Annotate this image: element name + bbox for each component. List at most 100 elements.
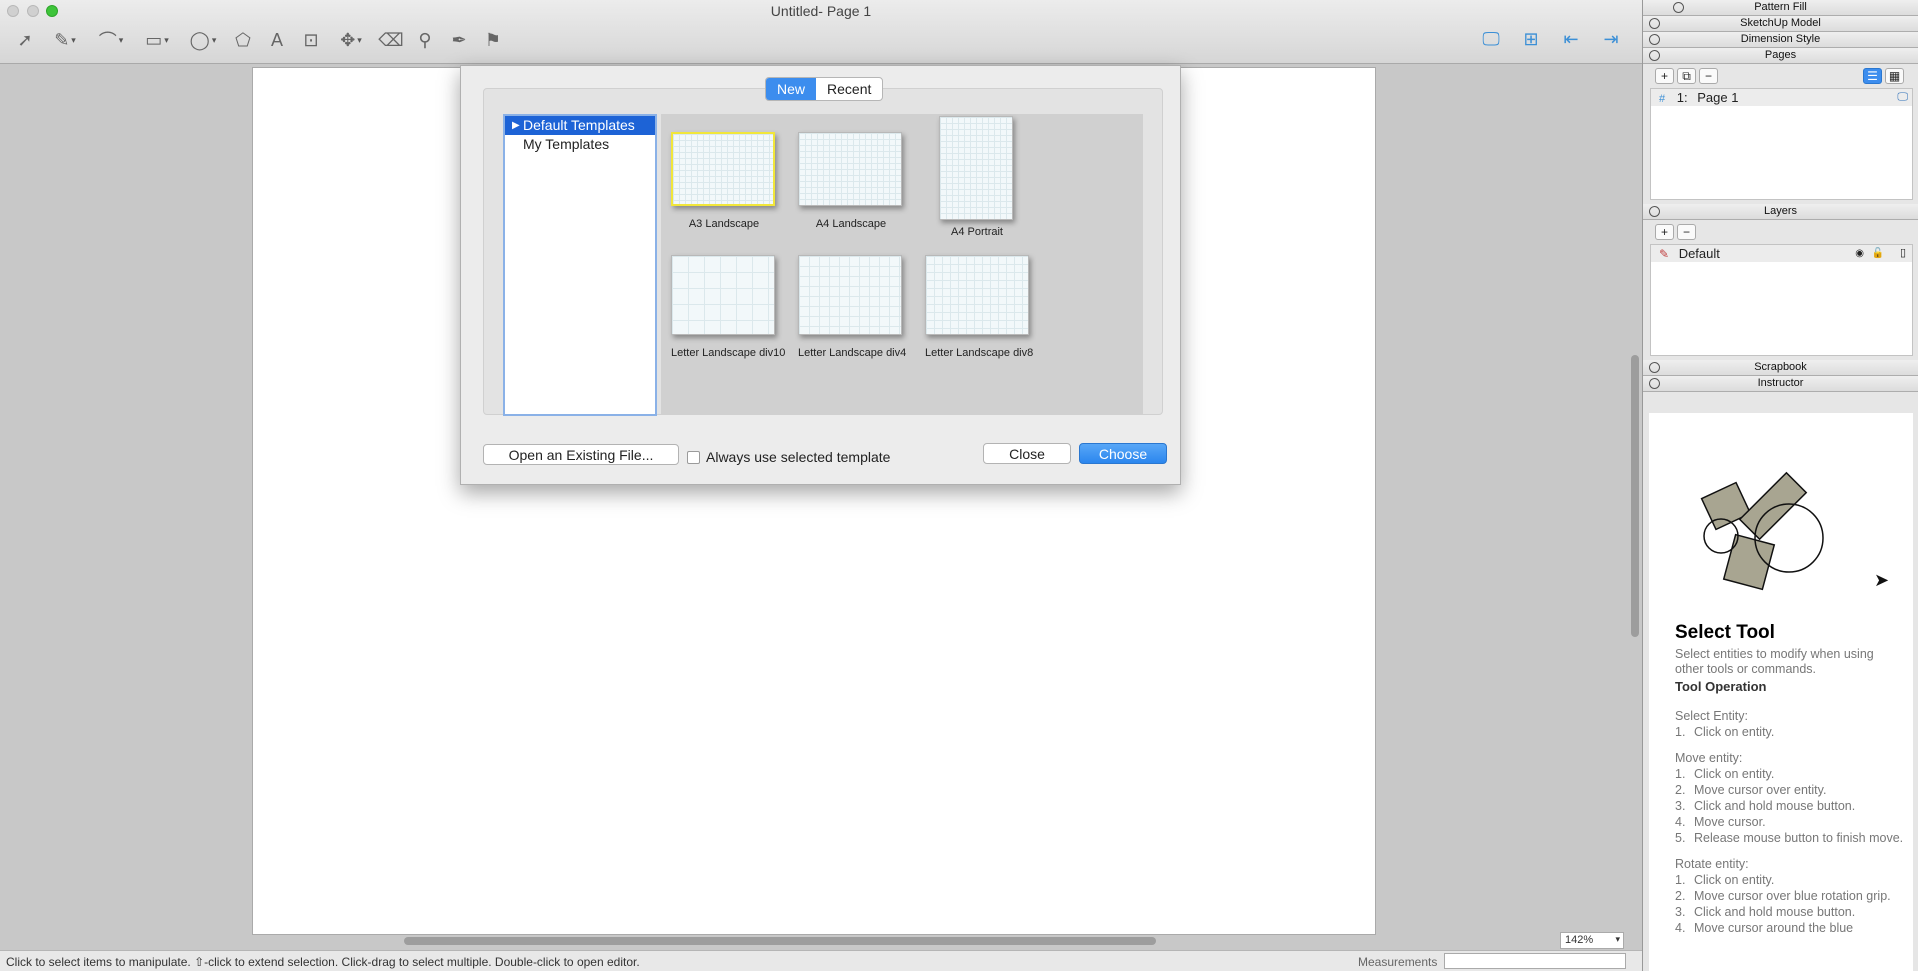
rectangle-tool-button[interactable]: ▭ ▾ — [136, 27, 178, 53]
template-letter-landscape-div10[interactable]: Letter Landscape div10 — [671, 255, 785, 359]
panel-header-sketchup-model[interactable]: SketchUp Model — [1643, 16, 1918, 32]
panel-header-pattern-fill[interactable]: Pattern Fill — [1643, 0, 1918, 16]
panel-header-instructor[interactable]: Instructor — [1643, 376, 1918, 392]
split-tool-button[interactable]: ✒ — [444, 27, 474, 53]
chevron-down-icon[interactable]: ▾ — [357, 35, 362, 46]
tab-new[interactable]: New — [766, 78, 817, 100]
duplicate-page-button[interactable]: ⧉ — [1677, 68, 1696, 84]
collapse-circle-icon[interactable] — [1649, 206, 1660, 217]
remove-layer-button[interactable]: − — [1677, 224, 1696, 240]
list-item-layer-default[interactable]: ✎ Default ◉ 🔓 ▯ — [1651, 245, 1912, 262]
measurements-label: Measurements — [1358, 955, 1438, 969]
label-tool-button[interactable]: ⊡ — [296, 27, 326, 53]
collapse-circle-icon[interactable] — [1673, 2, 1684, 13]
lock-icon[interactable]: 🔓 — [1872, 245, 1884, 262]
chevron-down-icon[interactable]: ▾ — [119, 35, 124, 46]
zoom-select[interactable]: 142% ▾ — [1560, 932, 1624, 949]
pencil-tool-button[interactable]: ✎ ▾ — [44, 27, 86, 53]
choose-button[interactable]: Choose — [1079, 443, 1167, 464]
vertical-scrollbar[interactable] — [1631, 355, 1639, 637]
add-layer-button[interactable]: + — [1655, 224, 1674, 240]
display-button[interactable]: 🖵 — [1478, 28, 1504, 50]
collapse-circle-icon[interactable] — [1649, 378, 1660, 389]
circle-tool-button[interactable]: ◯ ▾ — [182, 27, 224, 53]
close-button[interactable]: Close — [983, 443, 1071, 464]
eye-icon[interactable]: ◉ — [1855, 245, 1864, 262]
previous-page-icon: ⇤ — [1563, 28, 1579, 49]
list-item-page-1[interactable]: # 1: Page 1 🖵 — [1651, 89, 1912, 106]
next-page-button[interactable]: ⇥ — [1598, 28, 1624, 50]
always-use-template-checkbox[interactable]: Always use selected template — [687, 449, 890, 465]
chevron-down-icon[interactable]: ▾ — [71, 35, 76, 46]
list-view-button[interactable]: ☰ — [1863, 68, 1882, 84]
display-icon[interactable]: 🖵 — [1897, 89, 1908, 106]
collapse-circle-icon[interactable] — [1649, 34, 1660, 45]
template-a4-portrait[interactable]: A4 Portrait — [939, 116, 1015, 238]
template-a3-landscape[interactable]: A3 Landscape — [671, 132, 777, 230]
minus-icon: − — [1704, 69, 1712, 83]
add-page-icon: ⊞ — [1523, 28, 1539, 49]
add-page-button[interactable]: ⊞ — [1518, 28, 1544, 50]
template-thumbnail[interactable] — [671, 132, 775, 206]
step-text: Move cursor. — [1694, 815, 1766, 829]
polygon-tool-button[interactable]: ⬠ — [228, 27, 258, 53]
drawing-toolbar: ➚ ✎ ▾ ⌒ ▾ ▭ ▾ ◯ ▾ ⬠ A ⊡ ✥ ▾ ⌫ ⚲ ✒ ⚑ — [10, 26, 508, 54]
template-a4-landscape[interactable]: A4 Landscape — [798, 132, 904, 230]
join-tool-button[interactable]: ⚑ — [478, 27, 508, 53]
template-thumbnail[interactable] — [671, 255, 775, 335]
open-existing-file-button[interactable]: Open an Existing File... — [483, 444, 679, 465]
previous-page-button[interactable]: ⇤ — [1558, 28, 1584, 50]
zoom-value: 142% — [1565, 934, 1594, 946]
thumbnail-view-button[interactable]: ▦ — [1885, 68, 1904, 84]
collapse-circle-icon[interactable] — [1649, 362, 1660, 373]
template-label: A3 Landscape — [688, 218, 760, 230]
remove-page-button[interactable]: − — [1699, 68, 1718, 84]
template-label: Letter Landscape div8 — [925, 347, 1034, 359]
window-title: Untitled- Page 1 — [770, 3, 872, 19]
text-tool-button[interactable]: A — [262, 27, 292, 53]
panel-header-dimension-style[interactable]: Dimension Style — [1643, 32, 1918, 48]
pages-toolbar: + ⧉ − ☰ ▦ — [1643, 64, 1918, 88]
template-letter-landscape-div8[interactable]: Letter Landscape div8 — [925, 255, 1034, 359]
chevron-down-icon[interactable]: ▾ — [212, 35, 217, 46]
instruction-step: 4. Move cursor. — [1675, 814, 1905, 830]
instruction-step: 3. Click and hold mouse button. — [1675, 904, 1905, 920]
tree-item-default-templates[interactable]: ▶ Default Templates — [505, 116, 655, 135]
panel-header-layers[interactable]: Layers — [1643, 204, 1918, 220]
tree-item-my-templates[interactable]: My Templates — [505, 135, 655, 154]
list-icon: ☰ — [1867, 69, 1878, 83]
instructor-description: Select entities to modify when using oth… — [1675, 647, 1874, 676]
panel-header-scrapbook[interactable]: Scrapbook — [1643, 360, 1918, 376]
collapse-circle-icon[interactable] — [1649, 50, 1660, 61]
tab-recent[interactable]: Recent — [816, 78, 882, 100]
horizontal-scrollbar[interactable] — [404, 937, 1156, 945]
measurements-input[interactable] — [1444, 953, 1626, 969]
page-icon[interactable]: ▯ — [1900, 245, 1906, 262]
instruction-group: Rotate entity: 1. Click on entity. 2. Move c… — [1675, 856, 1905, 936]
plus-icon: + — [1660, 69, 1668, 83]
chevron-down-icon[interactable]: ▾ — [164, 35, 169, 46]
add-page-button[interactable]: + — [1655, 68, 1674, 84]
step-number: 2. — [1675, 783, 1686, 797]
step-text: Release mouse button to finish move. — [1694, 831, 1904, 845]
eraser-tool-button[interactable]: ⌫ — [376, 27, 406, 53]
checkbox-box[interactable] — [687, 450, 700, 464]
step-number: 4. — [1675, 815, 1686, 829]
instruction-group-title: Rotate entity: — [1675, 857, 1749, 871]
arc-tool-button[interactable]: ⌒ ▾ — [90, 27, 132, 53]
template-thumbnail[interactable] — [798, 255, 902, 335]
template-thumbnail[interactable] — [939, 116, 1013, 220]
eyedropper-tool-button[interactable]: ⚲ — [410, 27, 440, 53]
template-thumbnail[interactable] — [798, 132, 902, 206]
template-letter-landscape-div4[interactable]: Letter Landscape div4 — [798, 255, 906, 359]
template-thumbnail[interactable] — [925, 255, 1029, 335]
pencil-icon[interactable]: ✎ — [1659, 247, 1669, 261]
page-name: Page 1 — [1697, 90, 1739, 105]
disclosure-triangle-icon[interactable]: ▶ — [512, 116, 520, 135]
inspector-panel: Pattern Fill SketchUp Model Dimension St… — [1642, 0, 1918, 971]
panel-header-pages[interactable]: Pages — [1643, 48, 1918, 64]
collapse-circle-icon[interactable] — [1649, 18, 1660, 29]
select-arrow-tool-button[interactable]: ➚ — [10, 27, 40, 53]
dimension-tool-button[interactable]: ✥ ▾ — [330, 27, 372, 53]
page-number: 1: — [1676, 90, 1688, 105]
